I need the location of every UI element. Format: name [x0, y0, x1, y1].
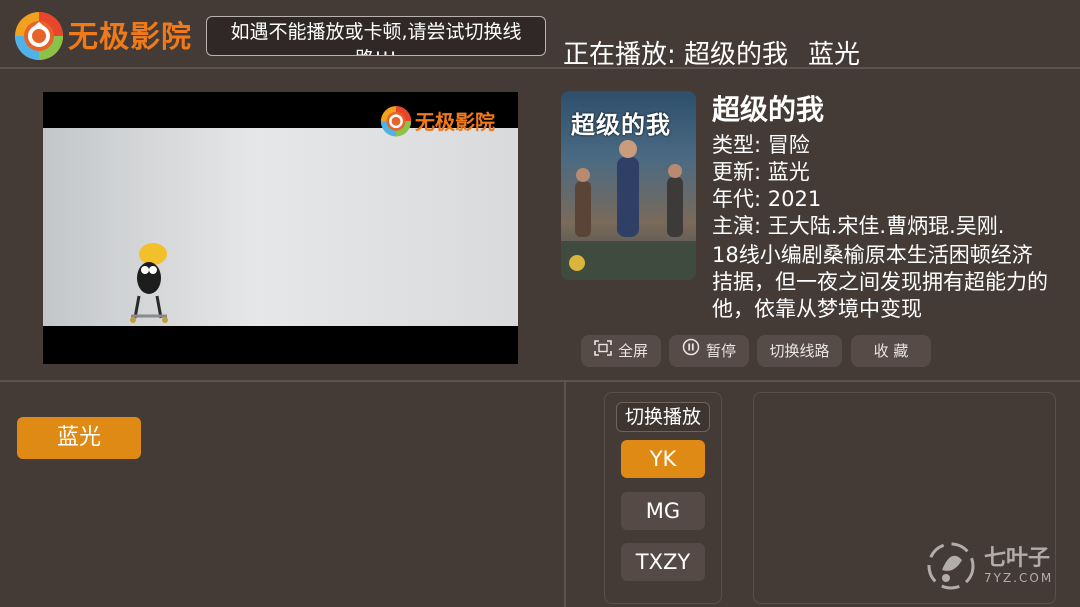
watermark-text: 无极影院 [415, 109, 495, 134]
favorite-button[interactable]: 收 藏 [851, 335, 931, 367]
video-frame [43, 128, 518, 326]
divider-middle [0, 380, 1080, 382]
player-watermark: 无极影院 [379, 102, 495, 138]
switch-line-label: 切换线路 [769, 342, 830, 360]
fullscreen-label: 全屏 [617, 342, 648, 360]
pause-icon [682, 335, 700, 367]
fullscreen-icon [594, 335, 612, 367]
movie-description: 18线小编剧桑榆原本生活困顿经济拮据，但一夜之间发现拥有超能力的他，依靠从梦境中… [712, 243, 1048, 321]
leaf-icon [927, 542, 975, 590]
fullscreen-button[interactable]: 全屏 [581, 335, 661, 367]
source-button-txzy[interactable]: TXZY [621, 543, 705, 581]
watermark-name: 七叶子 [984, 546, 1051, 571]
divider-top [0, 67, 1080, 69]
top-bar: 无极影院 如遇不能播放或卡顿,请尝试切换线路!!! 正在播放: 超级的我蓝光 [0, 0, 1080, 70]
divider-vertical [564, 382, 566, 607]
poster-figures-icon [561, 140, 696, 280]
watermark-logo-icon [380, 106, 412, 137]
switch-line-button[interactable]: 切换线路 [757, 335, 842, 367]
movie-year: 年代: 2021 [712, 187, 822, 211]
now-playing-title: 正在播放: 超级的我 蓝光 [563, 34, 860, 71]
movie-title: 超级的我 [712, 93, 825, 126]
pause-label: 暂停 [705, 342, 736, 360]
now-playing-episode: 蓝光 [808, 40, 861, 70]
site-watermark: 七叶子 7YZ.COM [924, 540, 1053, 592]
notice-banner: 如遇不能播放或卡顿,请尝试切换线路!!! [206, 16, 546, 56]
source-button-mg[interactable]: MG [621, 492, 705, 530]
episode-button-bluray[interactable]: 蓝光 [17, 417, 141, 459]
logo-icon [12, 6, 66, 62]
video-player[interactable]: 无极影院 [43, 92, 518, 364]
movie-update: 更新: 蓝光 [712, 160, 810, 184]
source-button-yk[interactable]: YK [621, 440, 705, 478]
now-playing-label: 正在播放: 超级的我 [563, 40, 789, 70]
pause-button[interactable]: 暂停 [669, 335, 749, 367]
cartoon-character-icon [130, 243, 168, 323]
movie-info: 超级的我 类型: 冒险 更新: 蓝光 年代: 2021 主演: 王大陆.宋佳.曹… [712, 92, 1052, 323]
app-logo: 无极影院 [12, 6, 192, 62]
favorite-label: 收 藏 [873, 342, 909, 360]
logo-text: 无极影院 [68, 20, 192, 55]
watermark-url: 7YZ.COM [984, 571, 1054, 585]
movie-cast: 主演: 王大陆.宋佳.曹炳琨.吴刚. [712, 214, 1005, 238]
source-switch-title: 切换播放 [616, 402, 710, 432]
movie-poster: 超级的我 [561, 91, 696, 280]
movie-type: 类型: 冒险 [712, 133, 810, 157]
